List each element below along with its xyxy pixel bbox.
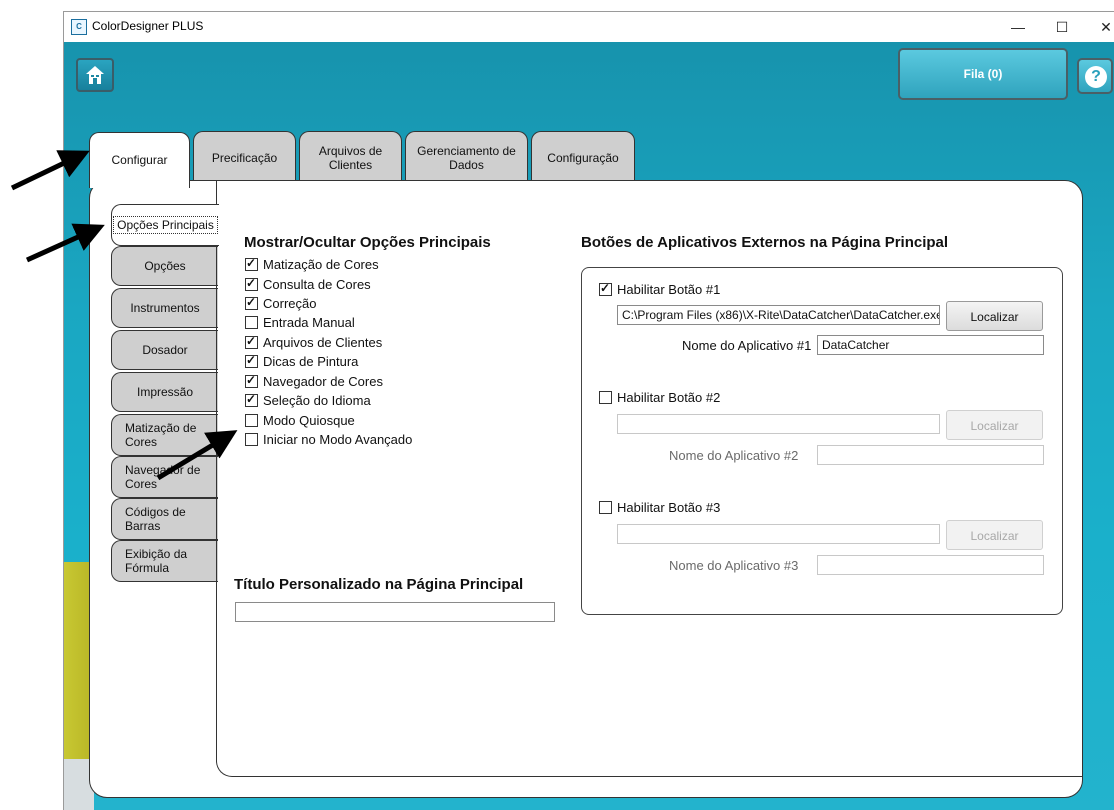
main-options-heading: Mostrar/Ocultar Opções Principais	[244, 234, 491, 251]
side-tab-dosador[interactable]: Dosador	[111, 330, 218, 370]
checkbox-box	[245, 414, 258, 427]
checkbox-matizacao-de-cores[interactable]: Matização de Cores	[245, 256, 379, 272]
checkbox-navegador-de-cores[interactable]: Navegador de Cores	[245, 373, 383, 389]
app-2-path-input[interactable]	[617, 414, 940, 434]
help-button[interactable]: ?	[1077, 58, 1113, 94]
checkbox-box	[245, 256, 258, 271]
checkbox-box	[245, 433, 258, 446]
tab-configurar[interactable]: Configurar	[89, 132, 190, 188]
maximize-button[interactable]: ☐	[1040, 12, 1084, 42]
app-3-name-label: Nome do Aplicativo #3	[669, 558, 799, 573]
settings-panel: Opções Principais Opções Instrumentos Do…	[89, 180, 1083, 798]
side-tab-opcoes[interactable]: Opções	[111, 246, 218, 286]
external-apps-heading: Botões de Aplicativos Externos na Página…	[581, 234, 949, 251]
checkbox-dicas-de-pintura[interactable]: Dicas de Pintura	[245, 353, 358, 369]
checkbox-box	[245, 334, 258, 349]
close-button[interactable]: ✕	[1084, 12, 1114, 42]
checkbox-enable-button-3[interactable]: Habilitar Botão #3	[599, 500, 720, 515]
side-tab-impressao[interactable]: Impressão	[111, 372, 218, 412]
checkbox-iniciar-modo-avancado[interactable]: Iniciar no Modo Avançado	[245, 432, 412, 447]
app-3-name-input[interactable]	[817, 555, 1044, 575]
checkbox-box	[599, 501, 612, 514]
queue-button[interactable]: Fila (0)	[898, 48, 1068, 100]
checkbox-box	[245, 276, 258, 291]
checkbox-box	[245, 392, 258, 407]
checkbox-box	[245, 295, 258, 310]
checkbox-enable-button-1[interactable]: Habilitar Botão #1	[599, 281, 720, 297]
browse-button-1[interactable]: Localizar	[946, 301, 1043, 331]
custom-title-heading: Título Personalizado na Página Principal	[234, 576, 524, 593]
app-icon: C	[71, 19, 87, 35]
app-window: C ColorDesigner PLUS — ☐ ✕ Fila (0) ? Co…	[63, 11, 1114, 810]
window-title: ColorDesigner PLUS	[92, 19, 204, 33]
home-icon	[86, 66, 104, 84]
tab-arquivos-de-clientes[interactable]: Arquivos de Clientes	[299, 131, 402, 184]
help-icon: ?	[1085, 66, 1107, 88]
side-tab-navegador-de-cores[interactable]: Navegador de Cores	[111, 456, 218, 498]
home-button[interactable]	[76, 58, 114, 92]
side-tab-instrumentos[interactable]: Instrumentos	[111, 288, 218, 328]
checkbox-arquivos-de-clientes[interactable]: Arquivos de Clientes	[245, 334, 382, 350]
checkbox-box	[599, 391, 612, 404]
app-1-path-input[interactable]: C:\Program Files (x86)\X-Rite\DataCatche…	[617, 305, 940, 325]
custom-title-input[interactable]	[235, 602, 555, 622]
tab-precificacao[interactable]: Precificação	[193, 131, 296, 184]
checkbox-box	[599, 281, 612, 296]
side-tab-codigos-de-barras[interactable]: Códigos de Barras	[111, 498, 218, 540]
tab-configuracao[interactable]: Configuração	[531, 131, 635, 184]
checkbox-modo-quiosque[interactable]: Modo Quiosque	[245, 413, 355, 428]
checkbox-selecao-do-idioma[interactable]: Seleção do Idioma	[245, 392, 371, 408]
checkbox-entrada-manual[interactable]: Entrada Manual	[245, 315, 355, 330]
side-tab-opcoes-principais[interactable]: Opções Principais	[111, 204, 219, 246]
title-bar: C ColorDesigner PLUS — ☐ ✕	[64, 12, 1114, 42]
checkbox-box	[245, 353, 258, 368]
browse-button-3[interactable]: Localizar	[946, 520, 1043, 550]
app-1-name-input[interactable]: DataCatcher	[817, 335, 1044, 355]
checkbox-box	[245, 373, 258, 388]
side-tab-exibicao-da-formula[interactable]: Exibição da Fórmula	[111, 540, 218, 582]
app-2-name-input[interactable]	[817, 445, 1044, 465]
checkbox-box	[245, 316, 258, 329]
checkbox-enable-button-2[interactable]: Habilitar Botão #2	[599, 390, 720, 405]
app-1-name-label: Nome do Aplicativo #1	[682, 338, 812, 353]
app-2-name-label: Nome do Aplicativo #2	[669, 448, 799, 463]
side-tab-matizacao-de-cores[interactable]: Matização de Cores	[111, 414, 218, 456]
checkbox-consulta-de-cores[interactable]: Consulta de Cores	[245, 276, 371, 292]
tab-gerenciamento-de-dados[interactable]: Gerenciamento de Dados	[405, 131, 528, 184]
app-3-path-input[interactable]	[617, 524, 940, 544]
browse-button-2[interactable]: Localizar	[946, 410, 1043, 440]
minimize-button[interactable]: —	[996, 12, 1040, 42]
checkbox-correcao[interactable]: Correção	[245, 295, 316, 311]
